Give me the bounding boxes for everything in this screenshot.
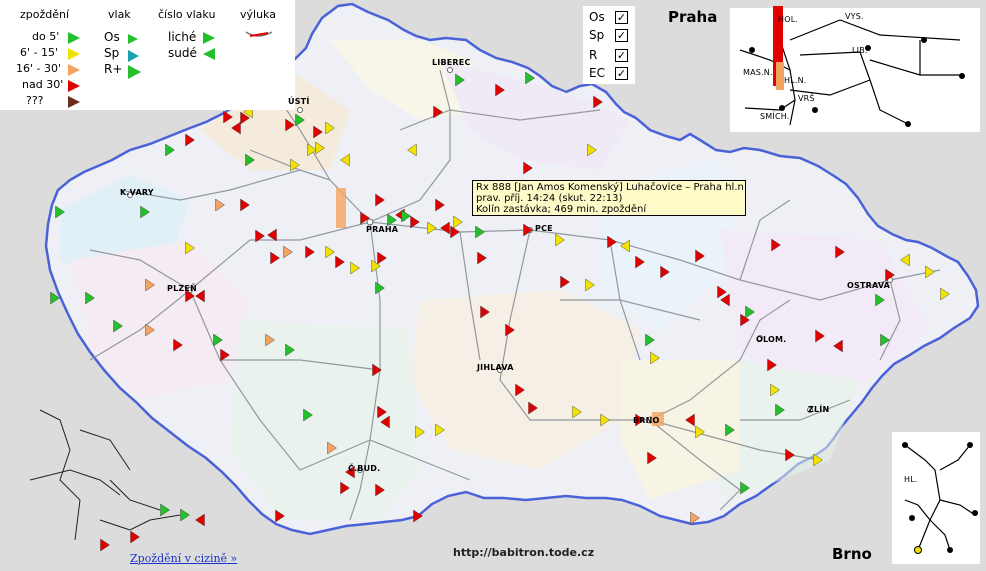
- city-label-cbudejovice: Č.BUD.: [348, 464, 381, 473]
- filter-os-checkbox[interactable]: ✓: [615, 11, 628, 24]
- legend-number-label: liché: [168, 30, 197, 44]
- legend-delay-label: 6' - 15': [20, 46, 59, 59]
- train-stack-marker[interactable]: [336, 188, 346, 228]
- praha-inset-label: MAS.N.: [743, 68, 773, 77]
- even-number-icon: [203, 48, 215, 60]
- brno-inset-label: HL.: [904, 475, 918, 484]
- praha-inset-label: HL.N.: [784, 76, 807, 85]
- odd-number-icon: [203, 32, 215, 44]
- city-label-olomouc: OLOM.: [756, 335, 787, 344]
- legend-delay-label: 16' - 30': [16, 62, 62, 75]
- legend-delay-label: ???: [26, 94, 44, 107]
- filter-label: R: [589, 48, 598, 62]
- train-os-icon: [128, 34, 138, 44]
- praha-inset-label: VRŠ: [798, 94, 815, 103]
- city-label-plzen: PLZEŇ: [167, 284, 197, 293]
- city-label-jihlava: JIHLAVA: [477, 363, 514, 372]
- legend-train-label: Os: [104, 30, 120, 44]
- legend-train-label: R+: [104, 62, 123, 76]
- legend-delay-label: nad 30': [22, 78, 64, 91]
- city-label-brno: BRNO: [633, 416, 660, 425]
- city-label-kvary: K.VARY: [120, 188, 154, 197]
- praha-inset-label: SMÍCH.: [760, 112, 790, 121]
- legend-delay-label: do 5': [32, 30, 60, 43]
- filter-label: Sp: [589, 28, 605, 42]
- legend-closure-header: výluka: [240, 8, 276, 21]
- city-label-liberec: LIBEREC: [432, 58, 471, 67]
- brno-inset-graphic: [892, 432, 980, 564]
- city-label-zlin: ZLÍN: [808, 405, 830, 414]
- train-r-icon: [128, 65, 141, 79]
- praha-inset-label: LIB.: [852, 46, 868, 55]
- city-label-ostrava: OSTRAVA: [847, 281, 891, 290]
- legend-number-label: sudé: [168, 46, 197, 60]
- site-url: http://babitron.tode.cz: [453, 546, 595, 559]
- delay-over-30-icon: [68, 80, 80, 92]
- praha-inset-label: HOL.: [778, 15, 799, 24]
- praha-inset-title: Praha: [668, 8, 718, 26]
- filter-r-checkbox[interactable]: ✓: [615, 49, 628, 62]
- delay-up-to-5-icon: [68, 32, 80, 44]
- filter-panel: Os ✓ Sp ✓ R ✓ EC ✓: [583, 6, 635, 84]
- tooltip-train-name: Rx 888 [Jan Amos Komenský] Luhačovice – …: [476, 182, 748, 193]
- train-sp-icon: [128, 50, 139, 62]
- tooltip-arrival: prav. příj. 14:24 (skut. 22:13): [476, 193, 623, 204]
- city-label-pardubice: PCE: [535, 224, 553, 233]
- filter-ec-checkbox[interactable]: ✓: [615, 67, 628, 80]
- filter-sp-checkbox[interactable]: ✓: [615, 29, 628, 42]
- closure-icon: [245, 31, 273, 37]
- legend-number-header: číslo vlaku: [158, 8, 216, 21]
- city-label-usti: ÚSTÍ: [288, 97, 310, 106]
- tooltip-delay: Kolín zastávka; 469 min. zpoždění: [476, 204, 647, 215]
- train-tooltip: Rx 888 [Jan Amos Komenský] Luhačovice – …: [472, 180, 748, 216]
- delay-16-30-icon: [68, 64, 80, 76]
- city-label-praha: PRAHA: [366, 225, 399, 234]
- legend-train-label: Sp: [104, 46, 120, 60]
- filter-label: Os: [589, 10, 605, 24]
- praha-inset-label: VYS.: [845, 12, 864, 21]
- brno-inset-title: Brno: [832, 545, 872, 563]
- legend-train-header: vlak: [108, 8, 131, 21]
- legend-delay-header: zpoždění: [20, 8, 70, 21]
- delay-unknown-icon: [68, 96, 80, 108]
- filter-label: EC: [589, 66, 605, 80]
- delay-6-15-icon: [68, 48, 80, 60]
- legend-panel: zpoždění vlak číslo vlaku výluka do 5' 6…: [0, 0, 295, 110]
- foreign-delays-link[interactable]: Zpoždění v cizině »: [130, 552, 237, 565]
